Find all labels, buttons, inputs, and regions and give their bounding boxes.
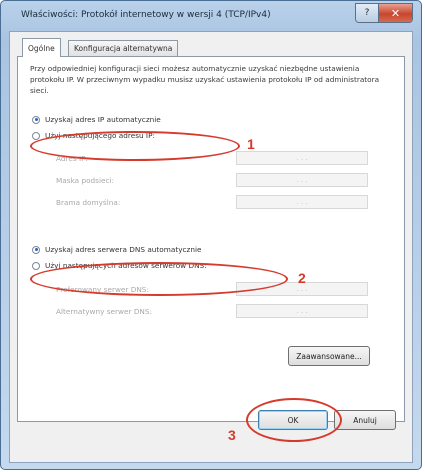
subnet-mask-input[interactable]: . . .: [236, 173, 368, 187]
ip-address-input[interactable]: . . .: [236, 151, 368, 165]
properties-dialog: Właściwości: Protokół internetowy w wers…: [0, 0, 422, 470]
ip-manual-label: Użyj następującego adresu IP:: [45, 131, 155, 140]
step-number-3: 3: [228, 427, 236, 443]
step-number-2: 2: [298, 270, 306, 286]
alternate-dns-input[interactable]: . . .: [236, 304, 368, 318]
ip-manual-radio[interactable]: [32, 131, 40, 140]
alternate-dns-label: Alternatywny serwer DNS:: [56, 307, 152, 316]
ip-manual-option[interactable]: Użyj następującego adresu IP:: [32, 131, 155, 140]
ip-auto-radio[interactable]: [32, 115, 40, 124]
default-gateway-input[interactable]: . . .: [236, 195, 368, 209]
help-button[interactable]: ?: [356, 4, 379, 22]
ip-address-label: Adres IP:: [56, 154, 88, 163]
tab-general[interactable]: Ogólne: [22, 38, 61, 57]
dns-auto-option[interactable]: Uzyskaj adres serwera DNS automatycznie: [32, 245, 202, 254]
window-title: Właściwości: Protokół internetowy w wers…: [21, 10, 271, 20]
general-tab-panel: Przy odpowiedniej konfiguracji sieci moż…: [17, 56, 405, 422]
default-gateway-label: Brama domyślna:: [56, 198, 121, 207]
dialog-body: Ogólne Konfiguracja alternatywna Przy od…: [9, 31, 413, 463]
dns-manual-label: Użyj następujących adresów serwerów DNS:: [45, 261, 207, 270]
dns-auto-radio[interactable]: [32, 245, 40, 254]
advanced-button[interactable]: Zaawansowane...: [288, 346, 370, 366]
dns-manual-option[interactable]: Użyj następujących adresów serwerów DNS:: [32, 261, 207, 270]
cancel-button[interactable]: Anuluj: [334, 410, 396, 430]
step-number-1: 1: [247, 136, 255, 152]
ip-auto-option[interactable]: Uzyskaj adres IP automatycznie: [32, 115, 161, 124]
close-button[interactable]: ✕: [379, 4, 412, 22]
description-text: Przy odpowiedniej konfiguracji sieci moż…: [30, 64, 380, 95]
title-buttons: ? ✕: [355, 3, 413, 23]
subnet-mask-label: Maska podsieci:: [56, 176, 115, 185]
title-bar[interactable]: Właściwości: Protokół internetowy w wers…: [1, 1, 421, 31]
ok-button[interactable]: OK: [258, 410, 328, 430]
tab-alternate-configuration[interactable]: Konfiguracja alternatywna: [68, 40, 179, 56]
ip-auto-label: Uzyskaj adres IP automatycznie: [45, 115, 161, 124]
dns-manual-radio[interactable]: [32, 261, 40, 270]
dns-auto-label: Uzyskaj adres serwera DNS automatycznie: [45, 245, 202, 254]
preferred-dns-label: Preferowany serwer DNS:: [56, 285, 149, 294]
